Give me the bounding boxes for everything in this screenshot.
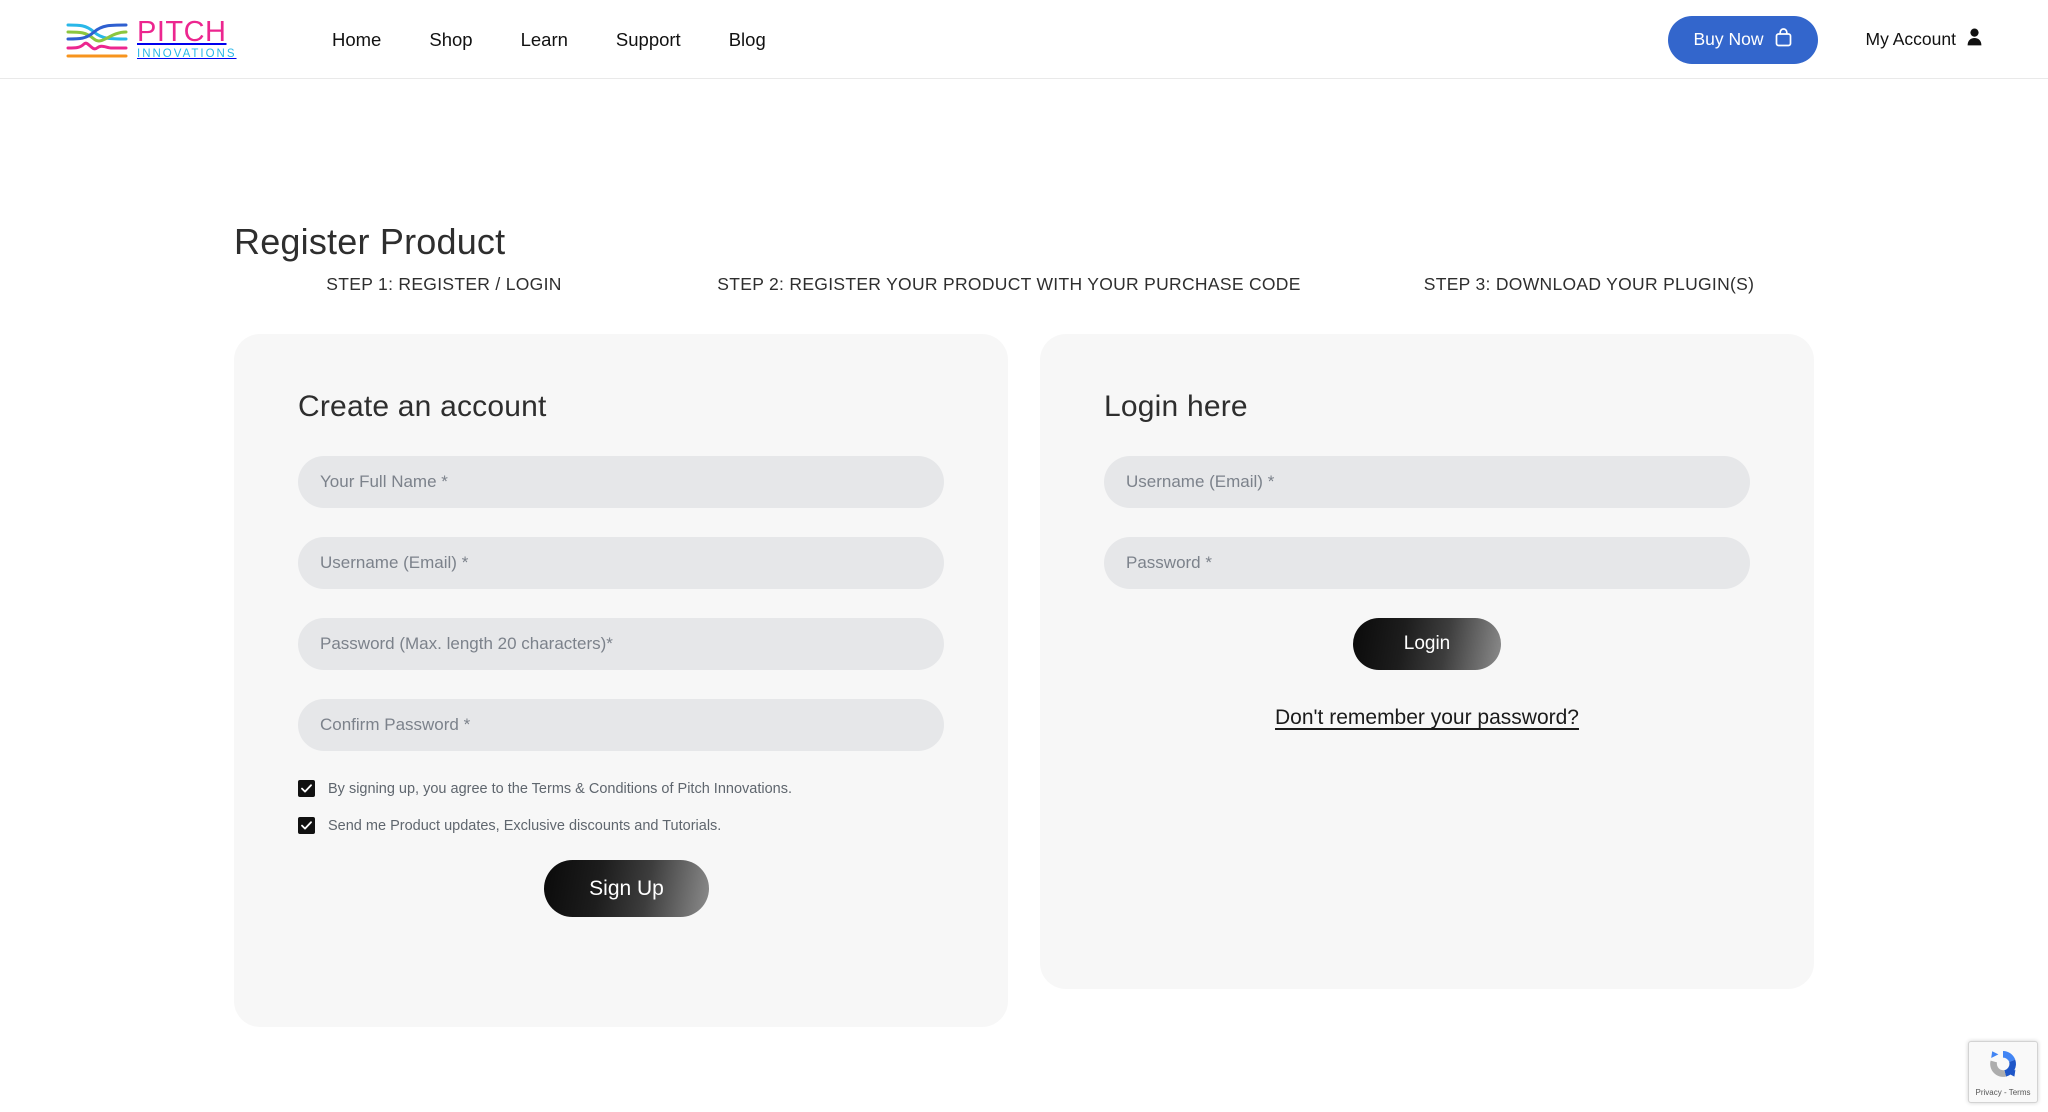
signup-card-title: Create an account: [298, 390, 547, 423]
newsletter-checkbox[interactable]: [298, 817, 315, 834]
page-body: Register Product STEP 1: REGISTER / LOGI…: [0, 79, 2048, 1112]
recaptcha-badge[interactable]: Privacy - Terms: [1968, 1041, 2038, 1103]
page-title: Register Product: [234, 221, 506, 263]
terms-checkbox-label: By signing up, you agree to the Terms & …: [328, 780, 792, 797]
signup-username-email-input[interactable]: [298, 537, 944, 589]
nav-item-shop[interactable]: Shop: [405, 29, 496, 51]
newsletter-checkbox-row[interactable]: Send me Product updates, Exclusive disco…: [298, 817, 944, 834]
my-account-label: My Account: [1865, 29, 1956, 49]
sign-up-button[interactable]: Sign Up: [544, 860, 709, 917]
step-3-label: STEP 3: DOWNLOAD YOUR PLUGIN(S): [1423, 274, 1755, 294]
user-icon: [1967, 28, 1982, 51]
nav-item-learn[interactable]: Learn: [497, 29, 592, 51]
recaptcha-privacy-terms-label: Privacy - Terms: [1975, 1088, 2031, 1097]
site-logo[interactable]: PITCH INNOVATIONS: [66, 16, 237, 62]
buy-now-label: Buy Now: [1693, 29, 1764, 49]
pitch-innovations-wave-logo-icon: [66, 16, 128, 62]
newsletter-checkbox-label: Send me Product updates, Exclusive disco…: [328, 817, 722, 834]
login-card-title: Login here: [1104, 390, 1248, 423]
main-nav: Home Shop Learn Support Blog: [308, 0, 790, 79]
nav-item-blog[interactable]: Blog: [705, 29, 790, 51]
site-header: PITCH INNOVATIONS Home Shop Learn Suppor…: [0, 0, 2048, 79]
header-actions: Buy Now My Account: [1667, 0, 1983, 79]
steps-indicator: STEP 1: REGISTER / LOGIN STEP 2: REGISTE…: [234, 274, 1814, 295]
login-password-input[interactable]: [1104, 537, 1750, 589]
full-name-input[interactable]: [298, 456, 944, 508]
logo-wordmark: PITCH: [137, 15, 227, 48]
logo-tagline: INNOVATIONS: [137, 47, 237, 60]
forgot-password-link[interactable]: Don't remember your password?: [1104, 706, 1750, 730]
terms-checkbox-row[interactable]: By signing up, you agree to the Terms & …: [298, 780, 944, 797]
login-username-email-input[interactable]: [1104, 456, 1750, 508]
shopping-bag-icon: [1775, 27, 1792, 52]
nav-item-support[interactable]: Support: [592, 29, 705, 51]
signup-password-input[interactable]: [298, 618, 944, 670]
terms-checkbox[interactable]: [298, 780, 315, 797]
nav-item-home[interactable]: Home: [308, 29, 405, 51]
buy-now-button[interactable]: Buy Now: [1667, 15, 1818, 64]
recaptcha-logo-icon: [1986, 1047, 2020, 1086]
step-2-label: STEP 2: REGISTER YOUR PRODUCT WITH YOUR …: [717, 274, 1301, 294]
login-card: Login here Login Don't remember your pas…: [1040, 334, 1814, 989]
my-account-button[interactable]: My Account: [1866, 28, 1982, 51]
signup-card: Create an account By signing up, you agr…: [234, 334, 1008, 1027]
login-button[interactable]: Login: [1353, 618, 1501, 670]
forms-container: Create an account By signing up, you agr…: [234, 334, 1814, 1027]
step-1-label: STEP 1: REGISTER / LOGIN: [326, 274, 562, 294]
confirm-password-input[interactable]: [298, 699, 944, 751]
